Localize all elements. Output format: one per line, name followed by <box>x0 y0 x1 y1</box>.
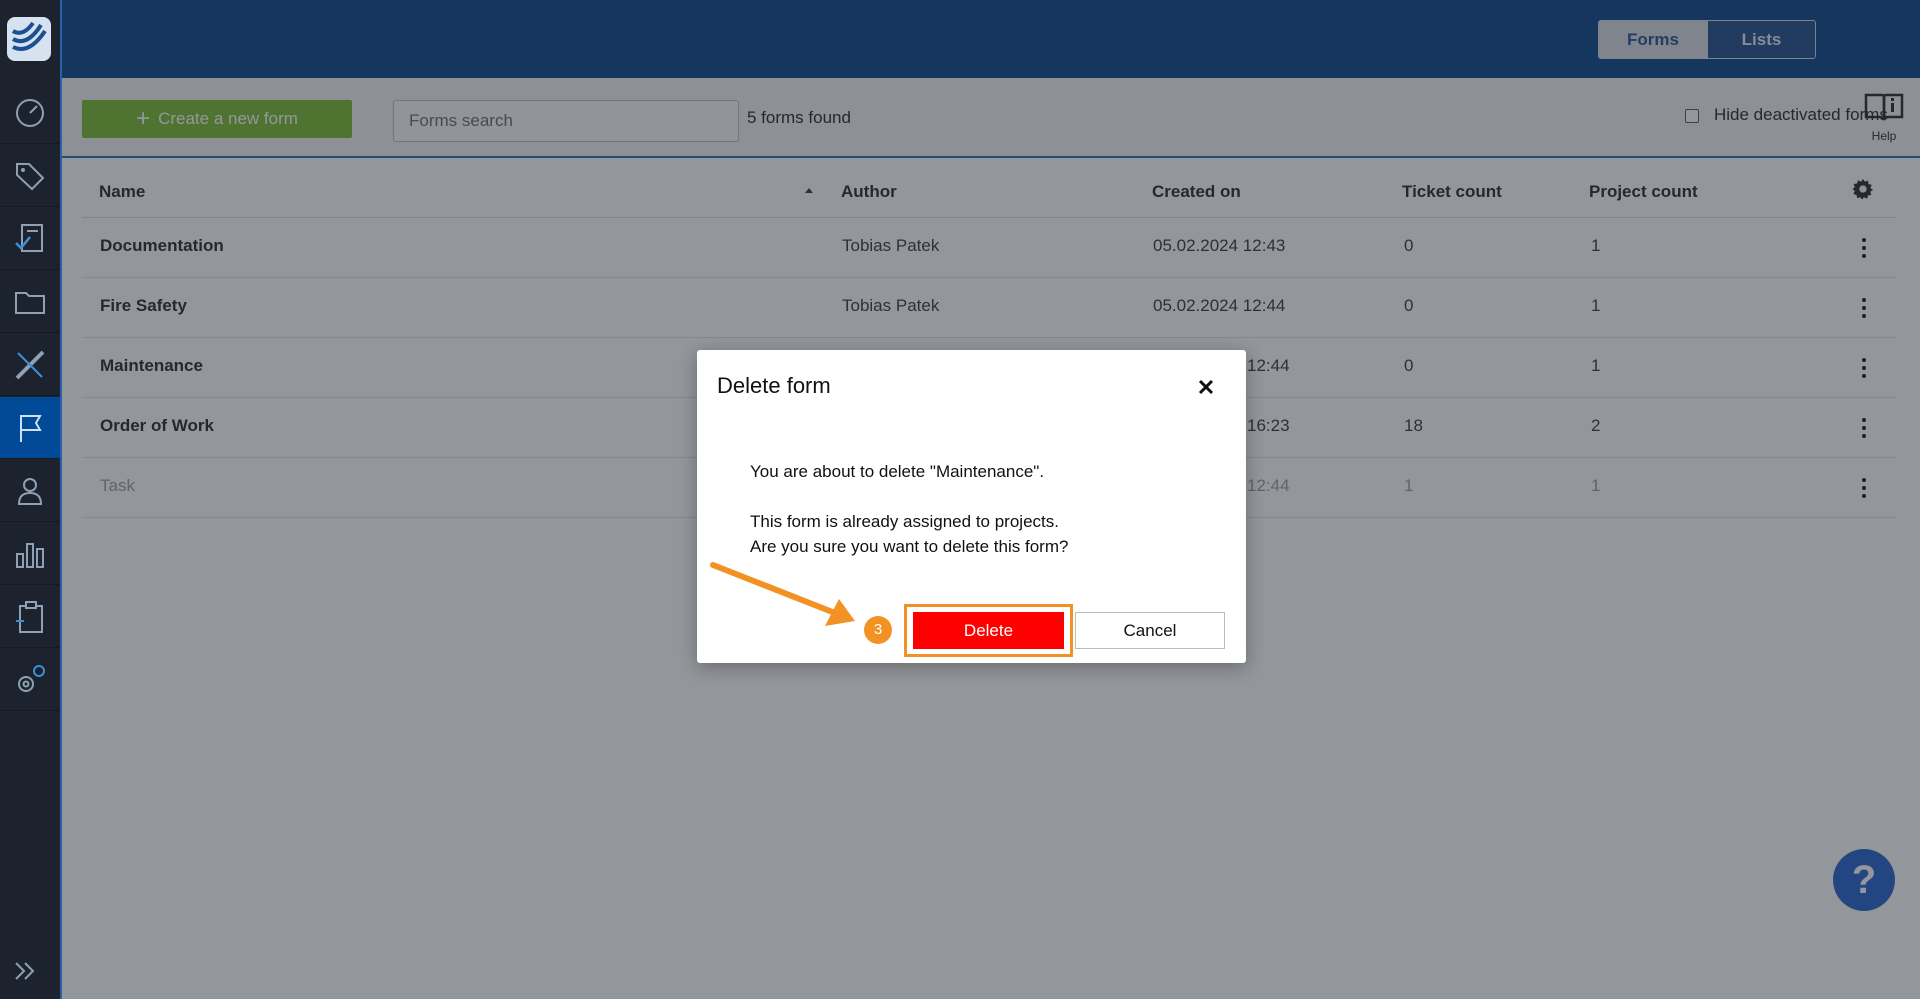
expand-sidebar-icon[interactable] <box>10 955 42 987</box>
form-check-icon <box>15 223 43 252</box>
settings-icon <box>18 664 45 692</box>
clipboard-icon <box>16 600 43 633</box>
dashboard-icon <box>16 98 44 127</box>
annotation-arrow-icon <box>710 562 855 626</box>
sidebar-item-settings[interactable] <box>0 649 60 711</box>
app-logo-icon[interactable] <box>7 17 51 61</box>
cancel-button[interactable]: Cancel <box>1075 612 1225 649</box>
dialog-message-assigned: This form is already assigned to project… <box>750 512 1059 531</box>
sidebar-item-forms[interactable] <box>0 397 60 459</box>
sidebar-item-tasks[interactable] <box>0 586 60 648</box>
sidebar <box>0 0 62 999</box>
delete-button[interactable]: Delete <box>913 612 1064 649</box>
tag-icon <box>16 162 45 190</box>
sidebar-item-dashboard[interactable] <box>0 82 60 144</box>
folder-icon <box>15 291 45 314</box>
sidebar-item-folders[interactable] <box>0 271 60 333</box>
sidebar-item-forms-review[interactable] <box>0 208 60 270</box>
sidebar-item-tags[interactable] <box>0 145 60 207</box>
user-icon <box>17 477 43 505</box>
dialog-title: Delete form <box>717 373 831 398</box>
sidebar-item-tools[interactable] <box>0 334 60 396</box>
flag-icon <box>20 414 42 442</box>
sidebar-item-users[interactable] <box>0 460 60 522</box>
ruler-pencil-icon <box>15 350 45 379</box>
dialog-message-target: You are about to delete "Maintenance". <box>750 462 1045 481</box>
sidebar-item-reports[interactable] <box>0 523 60 585</box>
dialog-message-confirm: Are you sure you want to delete this for… <box>750 537 1069 556</box>
bar-chart-icon <box>16 542 44 568</box>
close-icon[interactable] <box>1196 377 1216 397</box>
